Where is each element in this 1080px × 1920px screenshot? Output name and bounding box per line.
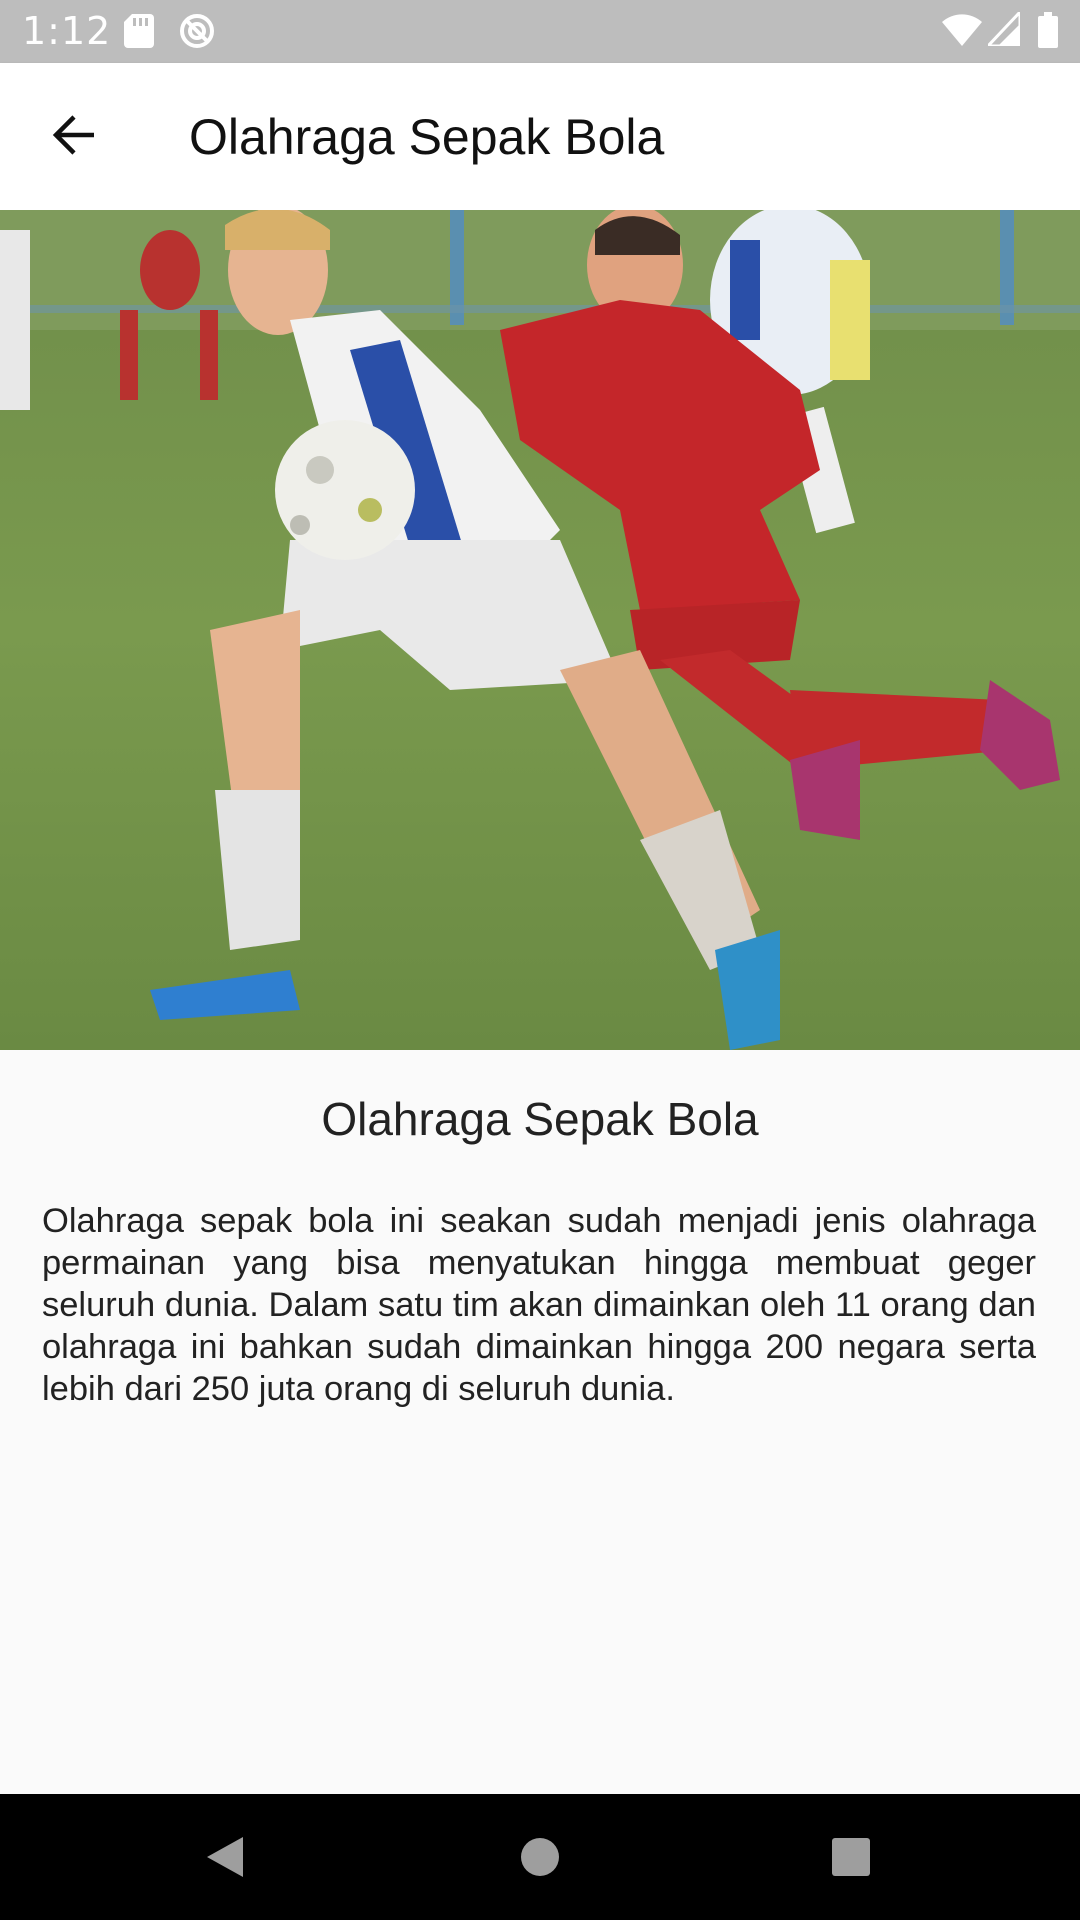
arrow-back-icon	[50, 111, 98, 164]
back-button[interactable]	[32, 102, 116, 172]
nav-home-button[interactable]	[505, 1824, 575, 1894]
signal-icon	[984, 8, 1022, 51]
sd-card-icon	[124, 14, 154, 53]
status-bar: 1:12	[0, 0, 1080, 63]
nav-recents-button[interactable]	[816, 1824, 886, 1894]
wifi-icon	[942, 14, 982, 51]
navigation-bar	[0, 1794, 1080, 1920]
soccer-players-image	[0, 210, 1080, 1050]
content-title: Olahraga Sepak Bola	[321, 1093, 759, 1145]
app-bar-title: Olahraga Sepak Bola	[189, 109, 665, 165]
nav-back-icon	[203, 1833, 247, 1886]
nav-recents-icon	[830, 1836, 872, 1883]
sync-disabled-icon	[178, 12, 216, 55]
battery-icon	[1038, 12, 1058, 53]
status-time: 1:12	[22, 9, 112, 53]
content-description: Olahraga sepak bola ini seakan sudah men…	[42, 1202, 1036, 1408]
app-bar: Olahraga Sepak Bola	[0, 63, 1080, 210]
nav-home-icon	[518, 1835, 562, 1884]
nav-back-button[interactable]	[190, 1824, 260, 1894]
